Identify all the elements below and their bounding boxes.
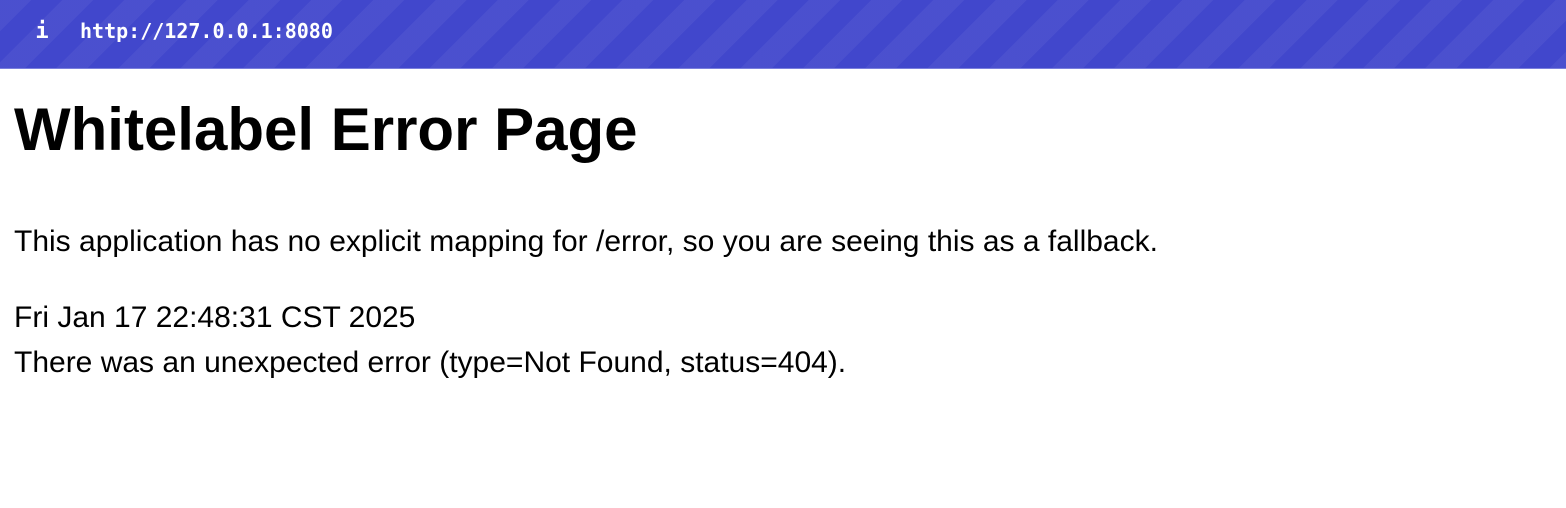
url-bar: i http://127.0.0.1:8080 [0, 0, 1566, 69]
error-explanation: This application has no explicit mapping… [14, 225, 1158, 258]
url-text[interactable]: http://127.0.0.1:8080 [80, 17, 333, 45]
page-title: Whitelabel Error Page [14, 96, 638, 163]
info-icon[interactable]: i [32, 18, 52, 46]
error-timestamp: Fri Jan 17 22:48:31 CST 2025 [14, 301, 416, 334]
error-detail: There was an unexpected error (type=Not … [14, 346, 847, 379]
